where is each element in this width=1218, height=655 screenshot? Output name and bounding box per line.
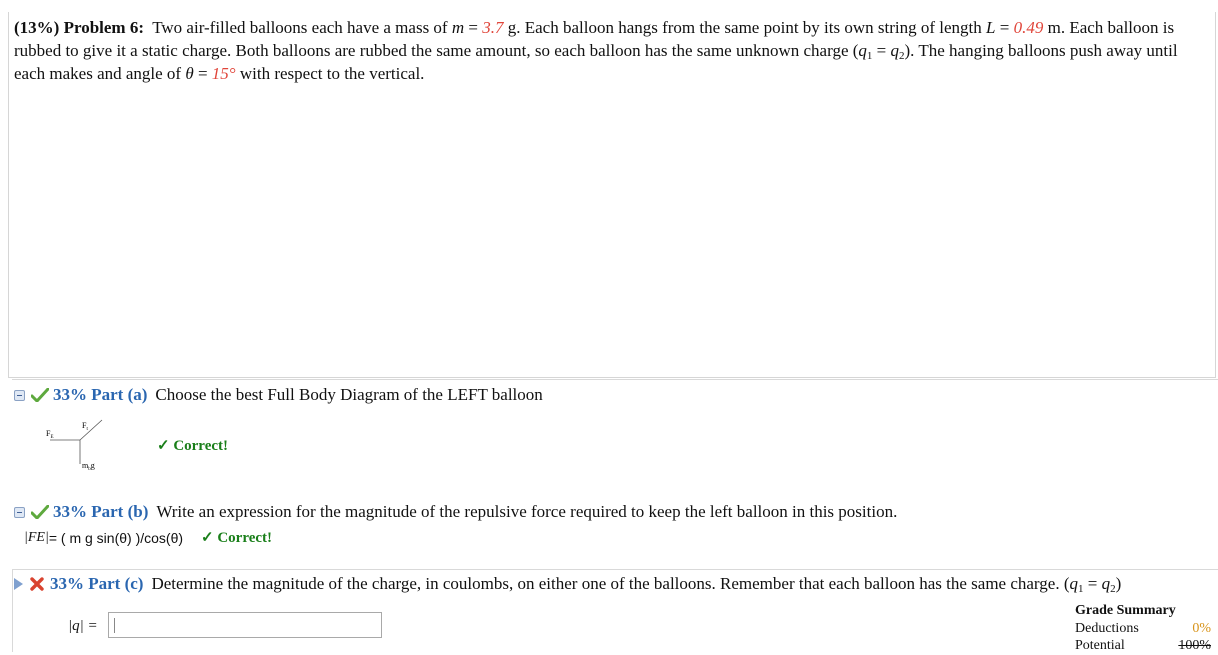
deductions-label: Deductions (1075, 621, 1139, 636)
diagram-label-ft: Ft (82, 421, 88, 432)
part-c-header: 33% Part (c) Determine the magnitude of … (14, 572, 1121, 596)
red-x-icon (30, 577, 44, 591)
answer-label: |q| = (68, 618, 98, 634)
diagram-label-mg: mbg (82, 461, 95, 472)
expand-arrow-icon[interactable] (14, 578, 23, 590)
collapse-toggle-icon[interactable] (14, 389, 25, 401)
collapse-toggle-icon[interactable] (14, 506, 25, 518)
part-c-percent: 33% Part (c) (50, 574, 144, 593)
problem-statement: (13%) Problem 6: Two air-filled balloons… (14, 18, 1178, 83)
part-a-prompt: Choose the best Full Body Diagram of the… (155, 385, 543, 404)
part-b-expression: = ( m g sin(θ) )/cos(θ) (48, 529, 184, 546)
part-b-percent: 33% Part (b) (53, 502, 149, 521)
green-check-icon (31, 505, 49, 519)
charge-answer-input[interactable] (108, 612, 382, 638)
given-angle: 15° (211, 64, 236, 83)
part-a-percent: 33% Part (a) (53, 385, 148, 404)
green-check-icon (31, 388, 49, 402)
part-c-prompt: Determine the magnitude of the charge, i… (151, 574, 1122, 595)
part-b-prompt: Write an expression for the magnitude of… (156, 502, 898, 521)
potential-label: Potential (1075, 638, 1125, 653)
grade-summary-title: Grade Summary (1075, 603, 1176, 618)
given-mass: 3.7 (482, 18, 504, 37)
free-body-diagram[interactable]: Ft FE mbg (42, 418, 116, 476)
deductions-value: 0% (1192, 621, 1211, 636)
grade-summary: Grade Summary Deductions 0% Potential 100% (1075, 603, 1211, 655)
part-b-feedback: ✓ Correct! (201, 530, 273, 546)
part-a-feedback: ✓ Correct! (157, 438, 229, 454)
divider (12, 379, 1218, 380)
part-b-answer: |F E | = ( m g sin(θ) )/cos(θ) ✓ Correct! (24, 529, 273, 547)
text-caret (114, 618, 115, 633)
part-a-header: 33% Part (a) Choose the best Full Body D… (14, 383, 543, 407)
potential-value: 100% (1178, 638, 1211, 653)
part-b-header: 33% Part (b) Write an expression for the… (14, 500, 897, 524)
diagram-label-fe: FE (46, 429, 54, 440)
problem-header: (13%) Problem 6: (14, 18, 144, 37)
given-length: 0.49 (1013, 18, 1044, 37)
